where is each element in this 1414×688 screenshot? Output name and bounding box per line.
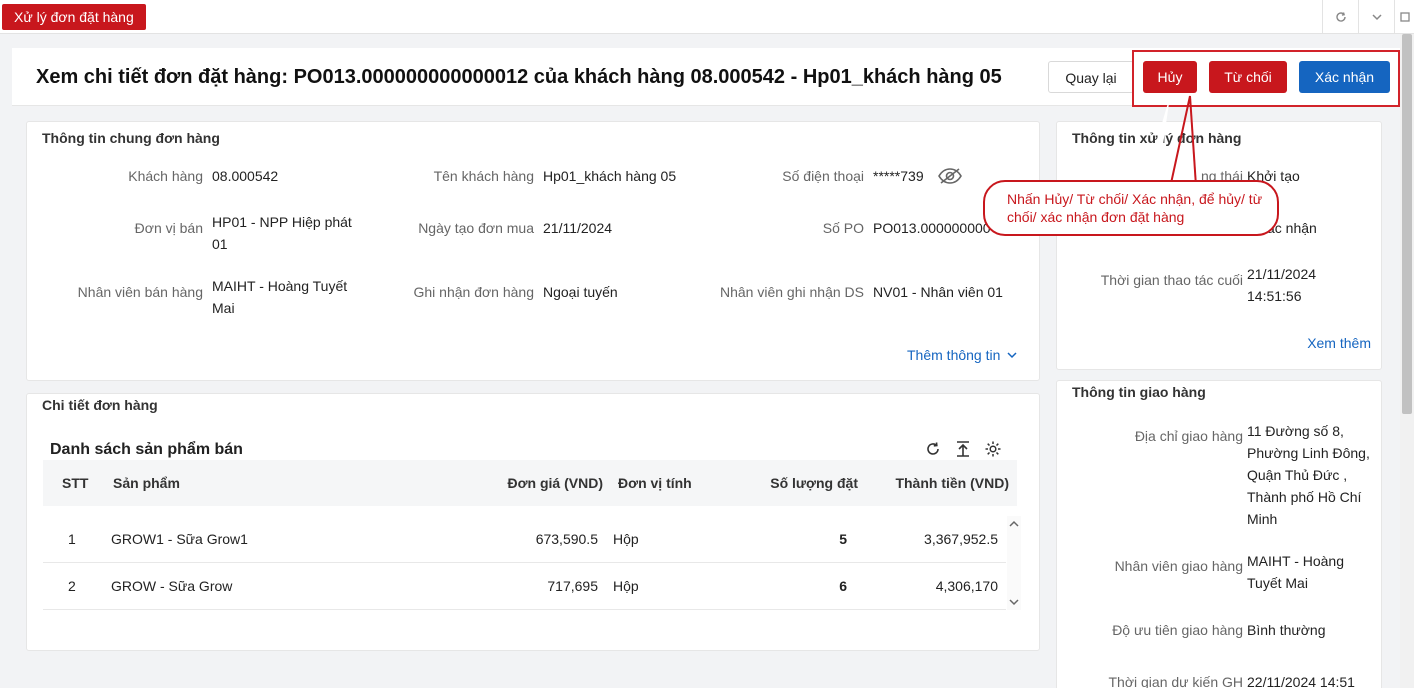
product-name: GROW1 - Sữa Grow1 (111, 531, 248, 547)
order-date-label: Ngày tạo đơn mua (418, 220, 534, 236)
processing-info-title: Thông tin xử lý đơn hàng (1072, 130, 1242, 146)
customer-name-value: Hp01_khách hàng 05 (543, 168, 677, 184)
see-more-link[interactable]: Xem thêm (1307, 335, 1371, 351)
customer-name-label: Tên khách hàng (433, 168, 534, 184)
delivery-address-label: Địa chỉ giao hàng (1134, 428, 1243, 444)
expand-icon[interactable] (1394, 0, 1414, 34)
order-detail-card: Chi tiết đơn hàng Danh sách sản phẩm bán… (26, 393, 1040, 651)
column-header: Thành tiền (VND) (895, 475, 1009, 491)
recorded-label: Ghi nhận đơn hàng (413, 284, 535, 300)
column-header: Đơn giá (VND) (507, 475, 603, 491)
chevron-up-icon[interactable] (1007, 518, 1021, 530)
last-action-label: Thời gian thao tác cuối (1100, 272, 1243, 288)
table-header: STT Sản phẩm Đơn giá (VND) Đơn vị tính S… (43, 460, 1017, 506)
customer-value: 08.000542 (212, 168, 279, 184)
seller-unit-label: Đơn vị bán (134, 220, 203, 236)
tab-tools (1322, 0, 1414, 34)
line-total: 3,367,952.5 (924, 531, 998, 547)
table-row[interactable]: 1 GROW1 - Sữa Grow1 673,590.5 Hộp 5 3,36… (43, 516, 1006, 563)
column-header: STT (62, 475, 89, 491)
product-name: GROW - Sữa Grow (111, 578, 233, 594)
order-date-value: 21/11/2024 (543, 220, 613, 236)
row-index: 1 (68, 531, 76, 547)
sales-recorder-value: NV01 - Nhân viên 01 (873, 284, 1003, 300)
back-button[interactable]: Quay lại (1048, 61, 1134, 93)
eye-off-icon[interactable] (937, 166, 963, 189)
phone-value: *****739 (873, 168, 924, 184)
sales-staff-label: Nhân viên bán hàng (77, 284, 203, 300)
order-detail-title: Chi tiết đơn hàng (42, 397, 158, 413)
phone-label: Số điện thoại (782, 168, 864, 184)
chevron-down-icon[interactable] (1358, 0, 1394, 34)
priority-label: Độ ưu tiên giao hàng (1112, 622, 1243, 638)
chevron-down-icon (1007, 352, 1017, 359)
tab-order-processing[interactable]: Xử lý đơn đặt hàng (2, 4, 146, 30)
customer-label: Khách hàng (128, 168, 203, 184)
eta-label: Thời gian dự kiến GH (1108, 674, 1244, 688)
page-scrollbar-thumb[interactable] (1402, 34, 1412, 414)
action-buttons-highlight (1132, 50, 1400, 107)
delivery-staff-value: MAIHT - Hoàng Tuyết Mai (1247, 553, 1344, 591)
seller-unit-value: HP01 - NPP Hiệp phát 01 (212, 214, 352, 252)
table-refresh-icon[interactable] (924, 440, 942, 461)
line-total: 4,306,170 (935, 578, 998, 594)
unit: Hộp (613, 578, 639, 594)
column-header: Đơn vị tính (618, 475, 692, 491)
delivery-info-card: Thông tin giao hàng Địa chỉ giao hàng 11… (1056, 380, 1382, 688)
general-info-title: Thông tin chung đơn hàng (42, 130, 220, 146)
unit-price: 673,590.5 (535, 531, 598, 547)
unit: Hộp (613, 531, 639, 547)
priority-value: Bình thường (1247, 622, 1326, 638)
delivery-info-title: Thông tin giao hàng (1072, 384, 1206, 400)
instruction-callout: Nhấn Hủy/ Từ chối/ Xác nhận, để hủy/ từ … (983, 180, 1279, 236)
product-list-title: Danh sách sản phẩm bán (50, 441, 243, 458)
table-scrollbar[interactable] (1007, 516, 1021, 610)
quantity: 6 (839, 578, 847, 594)
row-index: 2 (68, 578, 76, 594)
po-value: PO013.000000000 (873, 220, 991, 236)
tab-bar: Xử lý đơn đặt hàng (0, 0, 1414, 34)
general-info-card: Thông tin chung đơn hàng Khách hàng 08.0… (26, 121, 1040, 381)
recorded-value: Ngoại tuyến (543, 284, 618, 300)
last-action-value: 21/11/2024 14:51:56 (1247, 266, 1317, 304)
table-row[interactable]: 2 GROW - Sữa Grow 717,695 Hộp 6 4,306,17… (43, 563, 1006, 610)
sales-recorder-label: Nhân viên ghi nhận DS (720, 284, 864, 300)
page-title: Xem chi tiết đơn đặt hàng: PO013.0000000… (36, 66, 1002, 88)
unit-price: 717,695 (547, 578, 598, 594)
delivery-address-value: 11 Đường số 8, Phường Linh Đông, Quận Th… (1247, 423, 1370, 527)
settings-icon[interactable] (984, 440, 1002, 461)
more-info-label: Thêm thông tin (907, 347, 1001, 363)
column-header: Sản phẩm (113, 475, 180, 491)
delivery-staff-label: Nhân viên giao hàng (1114, 558, 1243, 574)
processing-info-card: Thông tin xử lý đơn hàng ng thái Khởi tạ… (1056, 121, 1382, 370)
refresh-icon[interactable] (1322, 0, 1358, 34)
quantity: 5 (839, 531, 847, 547)
column-header: Số lượng đặt (770, 475, 858, 491)
chevron-down-icon[interactable] (1007, 596, 1021, 608)
sales-staff-value: MAIHT - Hoàng Tuyết Mai (212, 278, 348, 316)
po-label: Số PO (822, 220, 864, 236)
more-info-link[interactable]: Thêm thông tin (907, 347, 1018, 363)
export-icon[interactable] (954, 440, 972, 461)
eta-value: 22/11/2024 14:51 (1247, 674, 1355, 688)
page-scrollbar[interactable] (1400, 34, 1414, 688)
